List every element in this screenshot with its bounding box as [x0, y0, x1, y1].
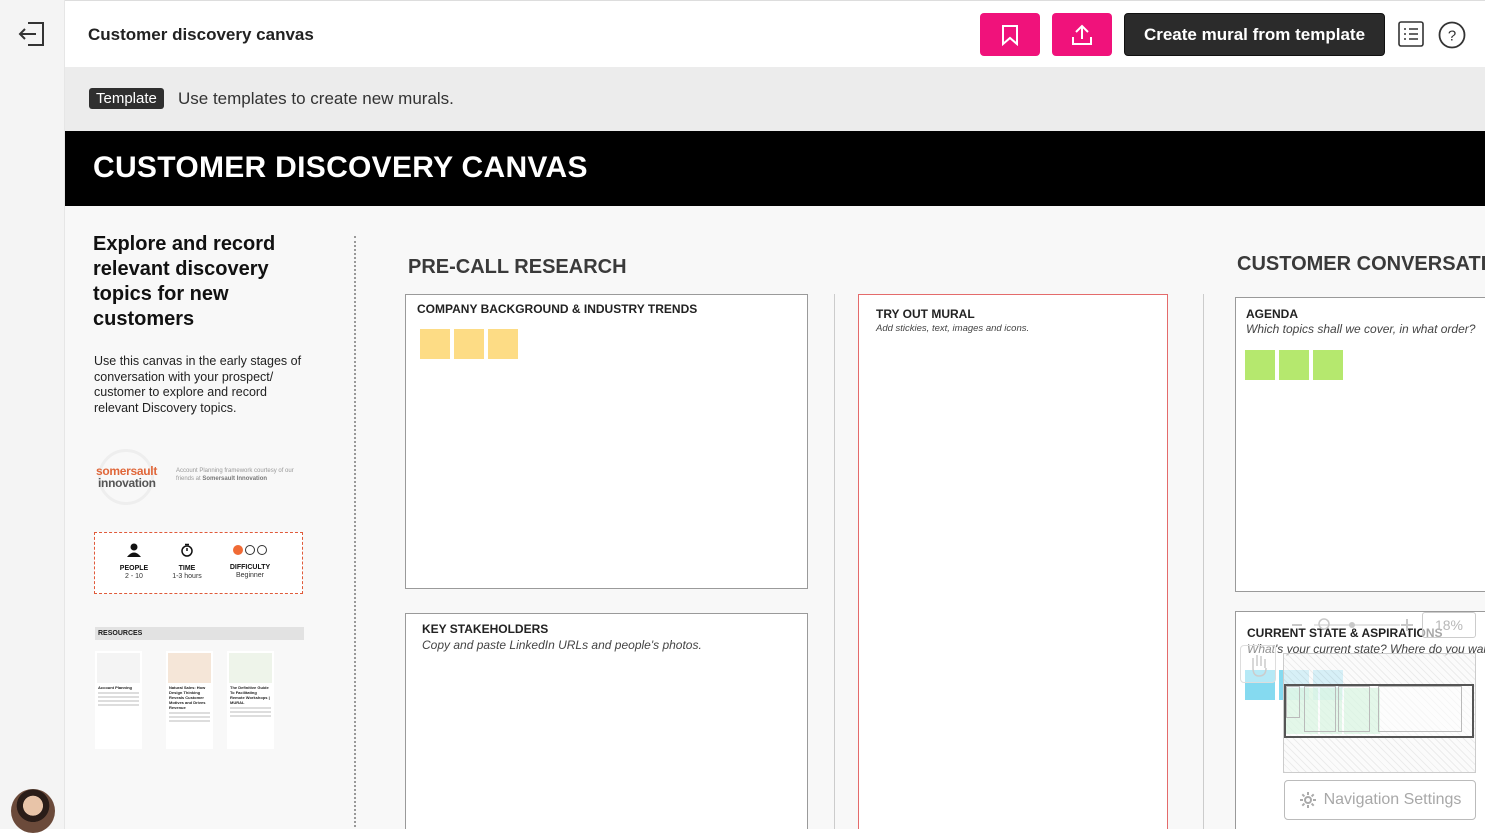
exit-icon[interactable]	[16, 20, 48, 48]
intro-heading: Explore and record relevant discovery to…	[93, 233, 276, 330]
template-banner: Template Use templates to create new mur…	[65, 67, 1485, 131]
top-bar: Customer discovery canvas Create mural f…	[65, 0, 1485, 67]
help-icon[interactable]: ?	[1438, 21, 1466, 49]
bookmark-button[interactable]	[980, 13, 1040, 56]
bookmark-icon	[1002, 24, 1018, 46]
resource-card[interactable]: Account Planning	[95, 651, 142, 749]
svg-text:?: ?	[1448, 28, 1456, 45]
outline-list-icon[interactable]	[1398, 21, 1424, 47]
mural-title: Customer discovery canvas	[88, 25, 314, 44]
avatar[interactable]	[11, 789, 55, 833]
navigation-settings-button[interactable]: Navigation Settings	[1284, 780, 1476, 820]
person-icon	[127, 543, 141, 557]
logo-credit: Account Planning framework courtesy of o…	[176, 468, 294, 482]
resource-card[interactable]: The Definitive Guide To Facilitating Rem…	[227, 651, 274, 749]
column-divider	[354, 236, 356, 829]
meta-difficulty: DIFFICULTY Beginner	[227, 543, 273, 579]
section-heading-precall: PRE-CALL RESEARCH	[408, 256, 627, 278]
sticky-note[interactable]	[420, 329, 450, 359]
intro-body: Use this canvas in the early stages of c…	[94, 354, 302, 415]
navigation-settings-label: Navigation Settings	[1323, 791, 1462, 808]
sticky-note[interactable]	[1313, 350, 1343, 380]
sticky-note[interactable]	[454, 329, 484, 359]
hand-tool-icon[interactable]	[1240, 645, 1276, 683]
canvas-header: CUSTOMER DISCOVERY CANVAS	[65, 131, 1485, 206]
sticky-note[interactable]	[1279, 350, 1309, 380]
resources-header: RESOURCES	[95, 627, 304, 640]
minimap[interactable]	[1283, 653, 1476, 773]
template-meta-box: PEOPLE 2 - 10 TIME 1-3 hours DIFFICULTY …	[94, 532, 303, 594]
canvas-title: CUSTOMER DISCOVERY CANVAS	[93, 151, 588, 184]
panel-agenda[interactable]: AGENDA Which topics shall we cover, in w…	[1235, 297, 1485, 592]
stopwatch-icon	[181, 543, 193, 557]
sticky-note[interactable]	[488, 329, 518, 359]
resource-card[interactable]: Natural Sales: How Design Thinking Revea…	[166, 651, 213, 749]
panel-try-out-mural[interactable]: TRY OUT MURAL Add stickies, text, images…	[858, 294, 1168, 829]
banner-text: Use templates to create new murals.	[178, 89, 454, 108]
meta-time: TIME 1-3 hours	[170, 543, 204, 580]
somersault-logo: somersault innovation	[94, 449, 158, 505]
template-badge: Template	[89, 88, 164, 109]
zoom-level[interactable]: 18%	[1422, 612, 1476, 638]
difficulty-dots-icon	[233, 545, 267, 555]
column-divider	[834, 294, 835, 829]
upload-icon	[1072, 24, 1092, 45]
zoom-slider[interactable]	[1290, 612, 1418, 638]
panel-company-background[interactable]: COMPANY BACKGROUND & INDUSTRY TRENDS	[405, 294, 808, 589]
zoom-controls: 18%	[1290, 612, 1476, 638]
column-divider	[1203, 294, 1204, 829]
mural-canvas[interactable]: CUSTOMER DISCOVERY CANVAS Explore and re…	[65, 131, 1485, 829]
minimap-viewport[interactable]	[1284, 684, 1474, 738]
gear-icon	[1299, 792, 1316, 808]
panel-key-stakeholders[interactable]: KEY STAKEHOLDERS Copy and paste LinkedIn…	[405, 613, 808, 829]
create-mural-button[interactable]: Create mural from template	[1124, 13, 1385, 56]
left-rail	[0, 0, 65, 833]
share-button[interactable]	[1052, 13, 1112, 56]
section-heading-conversation: CUSTOMER CONVERSATION	[1237, 253, 1485, 275]
sticky-note[interactable]	[1245, 350, 1275, 380]
meta-people: PEOPLE 2 - 10	[117, 543, 151, 580]
